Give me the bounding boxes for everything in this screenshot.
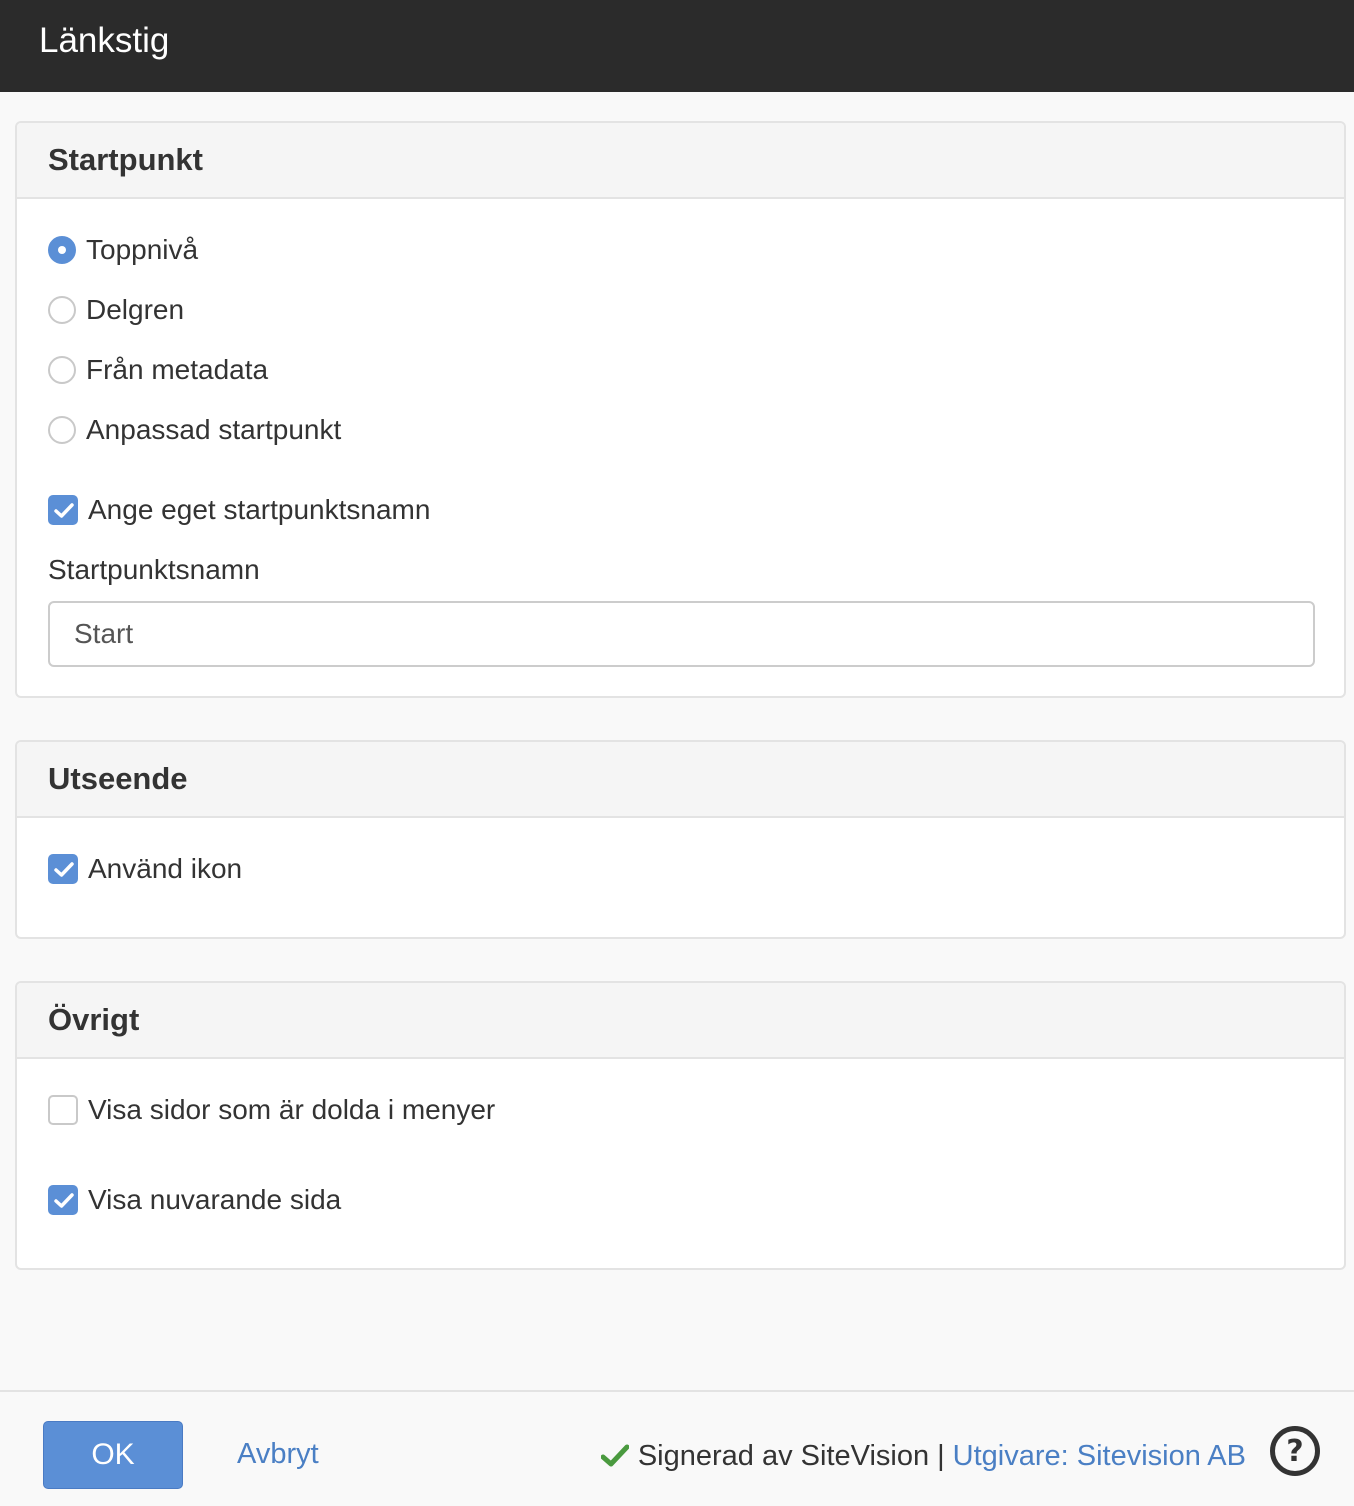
radio-delgren[interactable]: Delgren xyxy=(48,293,184,327)
startpoint-name-label: Startpunktsnamn xyxy=(48,554,260,585)
show-hidden-label[interactable]: Visa sidor som är dolda i menyer xyxy=(88,1093,495,1127)
ok-button[interactable]: OK xyxy=(43,1421,183,1489)
appearance-heading: Utseende xyxy=(48,761,188,796)
cancel-link[interactable]: Avbryt xyxy=(237,1437,319,1471)
show-hidden-checkbox[interactable] xyxy=(48,1095,78,1125)
signature-info: Signerad av SiteVision | Utgivare: Sitev… xyxy=(600,1439,1246,1473)
separator: | xyxy=(937,1440,945,1472)
signed-check-icon xyxy=(600,1444,629,1467)
use-icon-checkbox[interactable] xyxy=(48,854,78,884)
startpoint-panel-header: Startpunkt xyxy=(17,123,1344,199)
appearance-panel-header: Utseende xyxy=(17,742,1344,818)
radio-toppniva[interactable]: Toppnivå xyxy=(48,233,198,267)
other-heading: Övrigt xyxy=(48,1002,140,1037)
radio-button[interactable] xyxy=(48,296,76,324)
checkmark-icon xyxy=(54,503,74,518)
show-current-checkbox[interactable] xyxy=(48,1185,78,1215)
dialog-footer: OK Avbryt Signerad av SiteVision | Utgiv… xyxy=(0,1390,1354,1506)
radio-label[interactable]: Anpassad startpunkt xyxy=(86,413,341,447)
startpoint-heading: Startpunkt xyxy=(48,142,203,177)
checkmark-icon xyxy=(54,862,74,877)
help-symbol: ? xyxy=(1286,1433,1304,1469)
custom-name-checkbox-label[interactable]: Ange eget startpunktsnamn xyxy=(88,493,430,527)
appearance-panel: Utseende Använd ikon xyxy=(15,740,1346,939)
radio-button[interactable] xyxy=(48,356,76,384)
other-panel: Övrigt Visa sidor som är dolda i menyer … xyxy=(15,981,1346,1270)
dialog-title: Länkstig xyxy=(39,21,170,60)
use-icon-checkbox-row[interactable]: Använd ikon xyxy=(48,852,242,886)
radio-button[interactable] xyxy=(48,416,76,444)
show-hidden-checkbox-row[interactable]: Visa sidor som är dolda i menyer xyxy=(48,1093,495,1127)
help-icon[interactable]: ? xyxy=(1270,1426,1320,1476)
signed-text: Signerad av SiteVision xyxy=(637,1440,930,1472)
other-panel-header: Övrigt xyxy=(17,983,1344,1059)
show-current-checkbox-row[interactable]: Visa nuvarande sida xyxy=(48,1183,341,1217)
publisher-link[interactable]: Utgivare: Sitevision AB xyxy=(953,1439,1246,1473)
use-icon-label[interactable]: Använd ikon xyxy=(88,852,242,886)
radio-label[interactable]: Från metadata xyxy=(86,353,268,387)
radio-fran-metadata[interactable]: Från metadata xyxy=(48,353,268,387)
radio-anpassad-startpunkt[interactable]: Anpassad startpunkt xyxy=(48,413,341,447)
radio-button-selected[interactable] xyxy=(48,236,76,264)
startpoint-name-input[interactable] xyxy=(48,601,1315,667)
startpoint-panel: Startpunkt Toppnivå Delgren Från metadat… xyxy=(15,121,1346,698)
radio-label[interactable]: Toppnivå xyxy=(86,233,198,267)
show-current-label[interactable]: Visa nuvarande sida xyxy=(88,1183,341,1217)
custom-name-checkbox-row[interactable]: Ange eget startpunktsnamn xyxy=(48,493,430,527)
radio-label[interactable]: Delgren xyxy=(86,293,184,327)
dialog-header: Länkstig xyxy=(0,0,1354,92)
custom-name-checkbox[interactable] xyxy=(48,495,78,525)
checkmark-icon xyxy=(54,1193,74,1208)
